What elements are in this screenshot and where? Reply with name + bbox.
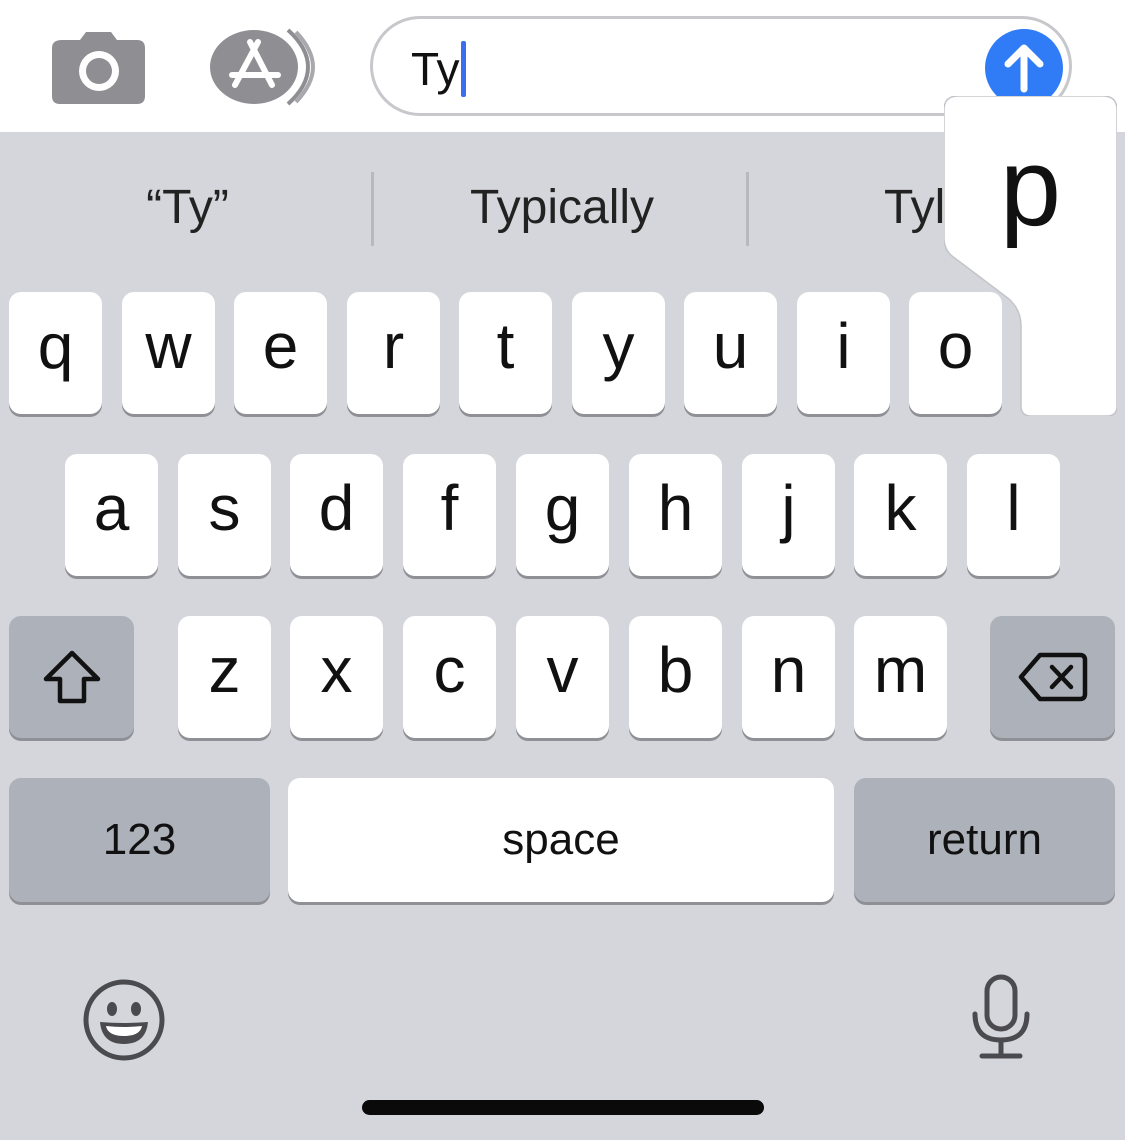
key-n[interactable]: n (742, 616, 835, 738)
numbers-key[interactable]: 123 (9, 778, 270, 902)
key-z[interactable]: z (178, 616, 271, 738)
key-popup-char: p (999, 126, 1062, 249)
camera-button[interactable] (52, 30, 145, 104)
key-s[interactable]: s (178, 454, 271, 576)
shift-icon (43, 650, 100, 704)
key-c[interactable]: c (403, 616, 496, 738)
space-key[interactable]: space (288, 778, 834, 902)
suggestion-divider (371, 172, 374, 246)
key-h[interactable]: h (629, 454, 722, 576)
key-t[interactable]: t (459, 292, 552, 414)
key-a[interactable]: a (65, 454, 158, 576)
key-m[interactable]: m (854, 616, 947, 738)
app-store-button[interactable] (208, 28, 318, 106)
key-r[interactable]: r (347, 292, 440, 414)
key-l[interactable]: l (967, 454, 1060, 576)
key-j[interactable]: j (742, 454, 835, 576)
key-q[interactable]: q (9, 292, 102, 414)
key-e[interactable]: e (234, 292, 327, 414)
key-v[interactable]: v (516, 616, 609, 738)
key-b[interactable]: b (629, 616, 722, 738)
message-value: Ty (411, 43, 460, 95)
key-y[interactable]: y (572, 292, 665, 414)
key-d[interactable]: d (290, 454, 383, 576)
key-w[interactable]: w (122, 292, 215, 414)
delete-icon (1018, 652, 1087, 702)
camera-icon (52, 32, 145, 104)
suggestion-item[interactable]: Tyl (884, 178, 944, 238)
key-u[interactable]: u (684, 292, 777, 414)
emoji-icon (83, 979, 165, 1061)
key-k[interactable]: k (854, 454, 947, 576)
microphone-button[interactable] (970, 974, 1032, 1060)
key-x[interactable]: x (290, 616, 383, 738)
suggestion-item[interactable]: “Ty” (40, 178, 335, 238)
home-indicator[interactable] (362, 1100, 764, 1115)
text-caret (460, 41, 466, 97)
delete-key[interactable] (990, 616, 1115, 738)
return-key[interactable]: return (854, 778, 1115, 902)
suggestion-divider (746, 172, 749, 246)
suggestion-item[interactable]: Typically (412, 178, 712, 238)
key-f[interactable]: f (403, 454, 496, 576)
shift-key[interactable] (9, 616, 134, 738)
message-text: Ty (411, 41, 466, 97)
microphone-icon (972, 974, 1030, 1059)
emoji-button[interactable] (82, 978, 166, 1062)
app-store-icon (210, 28, 316, 106)
key-g[interactable]: g (516, 454, 609, 576)
key-i[interactable]: i (797, 292, 890, 414)
